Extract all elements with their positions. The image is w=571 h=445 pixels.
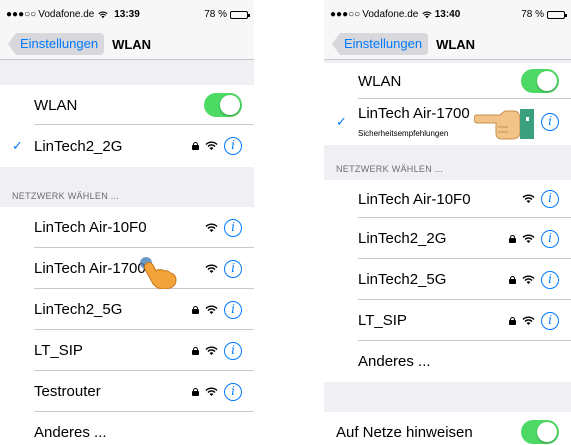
network-row[interactable]: Testrouter i: [0, 371, 254, 412]
wifi-icon: [205, 387, 218, 396]
checkmark-icon: ✓: [336, 114, 347, 129]
network-row[interactable]: LinTech2_2G i: [324, 218, 571, 259]
clock: 13:40: [434, 9, 461, 20]
navigation-bar: Einstellungen WLAN: [324, 29, 571, 60]
network-name: LinTech2_2G: [34, 137, 123, 155]
lock-icon: [192, 387, 199, 396]
other-network-row[interactable]: Anderes ...: [0, 412, 254, 445]
signal-dots-icon: ●●●○○: [6, 9, 37, 20]
info-button[interactable]: i: [541, 270, 559, 289]
page-title: WLAN: [112, 36, 152, 52]
wifi-icon: [205, 264, 218, 273]
wlan-toggle[interactable]: [521, 69, 559, 93]
back-button[interactable]: Einstellungen: [331, 33, 429, 55]
status-bar: ●●●○○ Vodafone.de 13:39 78 %: [0, 0, 254, 29]
signal-dots-icon: ●●●○○: [330, 9, 361, 20]
phone-screen-right: ●●●○○ Vodafone.de 13:40 78 % Einstellung…: [324, 0, 571, 445]
battery-indicator: 78 %: [204, 9, 250, 20]
info-button[interactable]: i: [224, 137, 242, 155]
pointing-hand-icon: [474, 109, 534, 140]
wifi-icon: [522, 275, 535, 284]
wlan-toggle[interactable]: [204, 93, 242, 117]
clock: 13:39: [114, 9, 140, 20]
wlan-label: WLAN: [34, 96, 78, 114]
back-button[interactable]: Einstellungen: [7, 33, 105, 55]
security-recommendation: Sicherheitsempfehlungen: [358, 129, 449, 138]
lock-icon: [192, 346, 199, 355]
other-network-label: Anderes ...: [34, 424, 107, 441]
wifi-icon: [422, 11, 432, 18]
network-row[interactable]: LinTech Air-10F0 i: [0, 207, 254, 248]
ask-to-join-toggle[interactable]: [521, 420, 559, 444]
battery-icon: [547, 10, 567, 19]
other-network-label: Anderes ...: [358, 353, 431, 370]
wlan-row: WLAN: [324, 63, 571, 99]
info-button[interactable]: i: [224, 382, 242, 401]
network-row[interactable]: LinTech Air-1700 i: [0, 248, 254, 290]
network-row[interactable]: LinTech2_5G i: [324, 259, 571, 300]
wifi-icon: [205, 141, 218, 150]
network-name: LinTech Air-10F0: [358, 190, 471, 208]
connected-network-row[interactable]: ✓ LinTech Air-1700 Sicherheitsempfehlung…: [324, 99, 571, 145]
carrier: ●●●○○ Vodafone.de: [330, 9, 432, 20]
ask-to-join-label: Auf Netze hinweisen: [336, 423, 473, 441]
lock-icon: [192, 142, 199, 150]
connected-network-row[interactable]: ✓ LinTech2_2G i: [0, 125, 254, 167]
section-header: NETZWERK WÄHLEN ...: [324, 145, 571, 180]
network-row[interactable]: LinTech2_5G i: [0, 289, 254, 330]
battery-icon: [230, 10, 250, 19]
wifi-icon: [205, 223, 218, 232]
network-row[interactable]: LinTech Air-10F0 i: [324, 180, 571, 218]
wifi-icon: [522, 194, 535, 203]
phone-screen-left: ●●●○○ Vodafone.de 13:39 78 % Einstellung…: [0, 0, 254, 445]
network-name: LinTech Air-1700: [34, 260, 146, 277]
status-bar: ●●●○○ Vodafone.de 13:40 78 %: [324, 0, 571, 29]
network-row[interactable]: LT_SIP i: [0, 330, 254, 371]
lock-icon: [509, 234, 516, 243]
page-title: WLAN: [436, 36, 476, 52]
wifi-icon: [98, 11, 108, 18]
network-name: LT_SIP: [358, 312, 407, 329]
battery-indicator: 78 %: [521, 9, 567, 20]
tap-hand-icon: [140, 257, 177, 290]
network-name: LinTech2_5G: [34, 301, 123, 318]
info-button[interactable]: i: [224, 218, 242, 237]
network-name: LinTech2_5G: [358, 271, 447, 288]
section-header: NETZWERK WÄHLEN ...: [0, 167, 254, 207]
network-name: Testrouter: [34, 383, 101, 400]
lock-icon: [192, 305, 199, 314]
network-name: LT_SIP: [34, 342, 83, 359]
info-button[interactable]: i: [224, 300, 242, 319]
info-button[interactable]: i: [224, 259, 242, 278]
wifi-icon: [205, 305, 218, 314]
info-button[interactable]: i: [541, 311, 559, 330]
network-row[interactable]: LT_SIP i: [324, 300, 571, 341]
checkmark-icon: ✓: [12, 138, 23, 153]
network-name: LinTech Air-1700: [358, 105, 470, 122]
wifi-icon: [522, 316, 535, 325]
wifi-icon: [205, 346, 218, 355]
wlan-label: WLAN: [358, 72, 402, 90]
network-name: LinTech2_2G: [358, 230, 447, 247]
info-button[interactable]: i: [224, 341, 242, 360]
lock-icon: [509, 275, 516, 284]
carrier: ●●●○○ Vodafone.de: [6, 9, 108, 20]
wlan-row: WLAN: [0, 85, 254, 125]
info-button[interactable]: i: [541, 229, 559, 248]
other-network-row[interactable]: Anderes ...: [324, 341, 571, 382]
info-button[interactable]: i: [541, 113, 559, 131]
navigation-bar: Einstellungen WLAN: [0, 29, 254, 60]
network-name: LinTech Air-10F0: [34, 219, 147, 236]
ask-to-join-row: Auf Netze hinweisen: [324, 412, 571, 445]
wifi-icon: [522, 234, 535, 243]
lock-icon: [509, 316, 516, 325]
info-button[interactable]: i: [541, 190, 559, 208]
